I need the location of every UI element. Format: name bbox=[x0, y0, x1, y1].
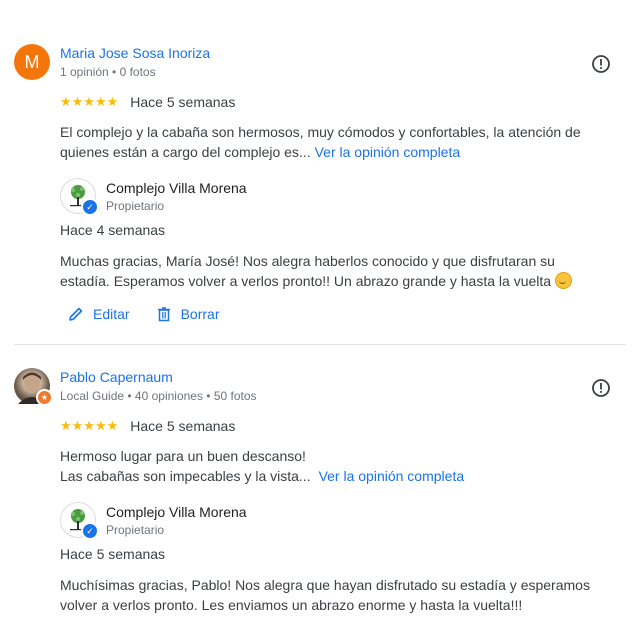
reviewer-meta: 1 opinión • 0 fotos bbox=[60, 65, 156, 79]
reply-date: Hace 5 semanas bbox=[60, 546, 166, 562]
review-actions: Editar Borrar bbox=[68, 306, 219, 322]
verified-check-icon: ✓ bbox=[81, 198, 99, 216]
review-text-line: Hermoso lugar para un buen descanso! bbox=[60, 448, 306, 464]
owner-logo: ✓ bbox=[60, 178, 99, 216]
trash-icon bbox=[157, 307, 170, 322]
delete-label: Borrar bbox=[180, 306, 220, 322]
owner-role: Propietario bbox=[106, 523, 165, 537]
verified-check-icon: ✓ bbox=[81, 522, 99, 540]
reviewer-meta: Local Guide • 40 opiniones • 50 fotos bbox=[60, 389, 257, 403]
rating-row: ★★★★★ Hace 5 semanas bbox=[60, 94, 235, 110]
pencil-icon bbox=[69, 307, 83, 321]
rating-row: ★★★★★ Hace 5 semanas bbox=[60, 418, 235, 434]
reviewer-name[interactable]: Maria Jose Sosa Inoriza bbox=[60, 45, 210, 61]
hugging-face-emoji-icon bbox=[554, 272, 572, 289]
reviewer-name[interactable]: Pablo Capernaum bbox=[60, 369, 173, 385]
reply-date: Hace 4 semanas bbox=[60, 222, 166, 238]
local-guide-badge-icon: ★ bbox=[36, 389, 53, 406]
report-icon[interactable] bbox=[591, 378, 611, 398]
star-rating: ★★★★★ bbox=[60, 94, 119, 109]
review-date: Hace 5 semanas bbox=[130, 94, 236, 110]
owner-role: Propietario bbox=[106, 199, 165, 213]
owner-reply-text: Muchas gracias, María José! Nos alegra h… bbox=[60, 251, 590, 291]
avatar-letter: M bbox=[24, 51, 40, 72]
avatar[interactable]: M bbox=[14, 44, 50, 80]
review-date: Hace 5 semanas bbox=[130, 418, 236, 434]
edit-button[interactable]: Editar bbox=[68, 306, 130, 322]
review-text: El complejo y la cabaña son hermosos, mu… bbox=[60, 122, 590, 162]
report-icon[interactable] bbox=[591, 54, 611, 74]
divider bbox=[14, 344, 626, 345]
review-text: Hermoso lugar para un buen descanso! Las… bbox=[60, 446, 590, 486]
owner-name: Complejo Villa Morena bbox=[106, 504, 247, 520]
delete-button[interactable]: Borrar bbox=[156, 306, 220, 322]
read-more-link[interactable]: Ver la opinión completa bbox=[315, 144, 461, 160]
owner-name: Complejo Villa Morena bbox=[106, 180, 247, 196]
owner-reply-body: Muchas gracias, María José! Nos alegra h… bbox=[60, 253, 555, 289]
owner-logo: ✓ bbox=[60, 502, 99, 540]
owner-reply-text: Muchísimas gracias, Pablo! Nos alegra qu… bbox=[60, 577, 590, 613]
edit-label: Editar bbox=[93, 306, 130, 322]
review-text-line: Las cabañas son impecables y la vista... bbox=[60, 468, 311, 484]
read-more-link[interactable]: Ver la opinión completa bbox=[319, 468, 465, 484]
avatar[interactable]: ★ bbox=[14, 368, 53, 406]
star-rating: ★★★★★ bbox=[60, 418, 119, 433]
